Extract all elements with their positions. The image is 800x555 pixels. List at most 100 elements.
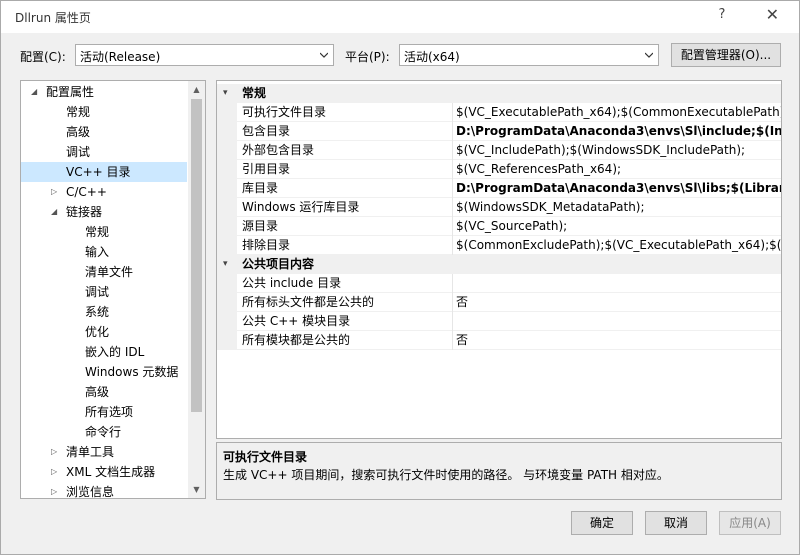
tree-item[interactable]: 优化 [21, 322, 187, 342]
config-dropdown[interactable]: 活动(Release) [75, 44, 334, 66]
property-value[interactable]: $(VC_IncludePath);$(WindowsSDK_IncludePa… [456, 141, 781, 160]
tree-item[interactable]: ◢ 配置属性 [21, 82, 187, 102]
column-divider[interactable] [452, 141, 453, 160]
tree-item[interactable]: ◢ 链接器 [21, 202, 187, 222]
tree-item[interactable]: 高级 [21, 122, 187, 142]
property-value[interactable]: D:\ProgramData\Anaconda3\envs\Sl\libs;$(… [456, 179, 781, 198]
tree-item-label: 高级 [66, 125, 91, 139]
category-expanded-icon[interactable]: ▾ [223, 255, 228, 274]
grid-property-row[interactable]: 公共 include 目录 [217, 274, 781, 293]
scroll-down-icon[interactable]: ▼ [188, 481, 205, 498]
column-divider[interactable] [452, 236, 453, 255]
scrollbar-thumb[interactable] [191, 99, 202, 412]
tree-item[interactable]: 命令行 [21, 422, 187, 442]
property-name: 排除目录 [242, 238, 291, 252]
tree-item[interactable]: 常规 [21, 222, 187, 242]
tree-item[interactable]: VC++ 目录 [21, 162, 187, 182]
column-divider[interactable] [452, 217, 453, 236]
grid-property-row[interactable]: 可执行文件目录 $(VC_ExecutablePath_x64);$(Common… [217, 103, 781, 122]
row-gutter [217, 103, 237, 122]
tree-item[interactable]: 调试 [21, 142, 187, 162]
column-divider[interactable] [452, 331, 453, 350]
window-title: Dllrun 属性页 [15, 11, 91, 25]
column-divider[interactable] [452, 103, 453, 122]
grid-property-row[interactable]: 外部包含目录 $(VC_IncludePath);$(WindowsSDK_Inc… [217, 141, 781, 160]
column-divider[interactable] [452, 179, 453, 198]
column-divider[interactable] [452, 312, 453, 331]
property-name: 库目录 [242, 181, 279, 195]
description-text: 生成 VC++ 项目期间，搜索可执行文件时使用的路径。 与环境变量 PATH 相… [223, 468, 669, 482]
property-name: 所有模块都是公共的 [242, 333, 351, 347]
tree-item-label: 命令行 [85, 425, 122, 439]
expanded-icon[interactable]: ◢ [31, 82, 41, 102]
column-divider[interactable] [452, 122, 453, 141]
property-value[interactable]: 否 [456, 331, 781, 350]
config-manager-button[interactable]: 配置管理器(O)... [671, 43, 781, 67]
apply-button[interactable]: 应用(A) [719, 511, 781, 535]
tree-item[interactable]: 输入 [21, 242, 187, 262]
grid-property-row[interactable]: 包含目录 D:\ProgramData\Anaconda3\envs\Sl\inc… [217, 122, 781, 141]
property-value[interactable]: $(WindowsSDK_MetadataPath); [456, 198, 781, 217]
tree-item[interactable]: ▷ XML 文档生成器 [21, 462, 187, 482]
collapsed-icon[interactable]: ▷ [51, 442, 61, 462]
grid-property-row[interactable]: 引用目录 $(VC_ReferencesPath_x64); [217, 160, 781, 179]
grid-property-row[interactable]: 所有模块都是公共的 否 [217, 331, 781, 350]
tree-item[interactable]: 嵌入的 IDL [21, 342, 187, 362]
tree-scrollbar[interactable]: ▲ ▼ [188, 81, 205, 498]
tree-item-label: 链接器 [66, 205, 103, 219]
ok-button[interactable]: 确定 [571, 511, 633, 535]
property-name: 外部包含目录 [242, 143, 315, 157]
scroll-up-icon[interactable]: ▲ [188, 81, 205, 98]
tree-item[interactable]: 调试 [21, 282, 187, 302]
tree-item-label: Windows 元数据 [85, 365, 179, 379]
platform-dropdown[interactable]: 活动(x64) [399, 44, 659, 66]
tree-item[interactable]: 高级 [21, 382, 187, 402]
tree-item-label: C/C++ [66, 185, 107, 199]
tree-item[interactable]: ▷ 清单工具 [21, 442, 187, 462]
tree-item[interactable]: ▷ C/C++ [21, 182, 187, 202]
property-value[interactable]: $(CommonExcludePath);$(VC_ExecutablePath… [456, 236, 781, 255]
grid-property-row[interactable]: 所有标头文件都是公共的 否 [217, 293, 781, 312]
grid-category[interactable]: ▾ 常规 [217, 84, 781, 103]
help-icon[interactable]: ? [715, 7, 729, 22]
row-gutter [217, 236, 237, 255]
tree-item-label: 高级 [85, 385, 110, 399]
tree-item-label: 嵌入的 IDL [85, 345, 145, 359]
collapsed-icon[interactable]: ▷ [51, 482, 61, 498]
collapsed-icon[interactable]: ▷ [51, 462, 61, 482]
grid-property-row[interactable]: 源目录 $(VC_SourcePath); [217, 217, 781, 236]
tree-item[interactable]: 系统 [21, 302, 187, 322]
grid-property-row[interactable]: 库目录 D:\ProgramData\Anaconda3\envs\Sl\libs… [217, 179, 781, 198]
column-divider[interactable] [452, 293, 453, 312]
column-divider[interactable] [452, 160, 453, 179]
grid-category[interactable]: ▾ 公共项目内容 [217, 255, 781, 274]
column-divider[interactable] [452, 198, 453, 217]
tree-item[interactable]: 常规 [21, 102, 187, 122]
chevron-down-icon [320, 52, 328, 58]
property-value[interactable]: $(VC_ReferencesPath_x64); [456, 160, 781, 179]
tree-item[interactable]: Windows 元数据 [21, 362, 187, 382]
tree-item[interactable]: 清单文件 [21, 262, 187, 282]
grid-property-row[interactable]: Windows 运行库目录 $(WindowsSDK_MetadataPath); [217, 198, 781, 217]
cancel-button[interactable]: 取消 [645, 511, 707, 535]
tree-item-label: 调试 [85, 285, 110, 299]
property-value[interactable]: D:\ProgramData\Anaconda3\envs\Sl\include… [456, 122, 781, 141]
expanded-icon[interactable]: ◢ [51, 202, 61, 222]
row-gutter [217, 331, 237, 350]
row-gutter [217, 217, 237, 236]
property-value[interactable]: 否 [456, 293, 781, 312]
tree-item[interactable]: ▷ 浏览信息 [21, 482, 187, 498]
property-value[interactable]: $(VC_SourcePath); [456, 217, 781, 236]
row-gutter [217, 179, 237, 198]
collapsed-icon[interactable]: ▷ [51, 182, 61, 202]
grid-property-row[interactable]: 公共 C++ 模块目录 [217, 312, 781, 331]
close-icon[interactable]: ✕ [766, 5, 779, 24]
property-value[interactable]: $(VC_ExecutablePath_x64);$(CommonExecuta… [456, 103, 781, 122]
tree-item[interactable]: 所有选项 [21, 402, 187, 422]
grid-property-row[interactable]: 排除目录 $(CommonExcludePath);$(VC_Executable… [217, 236, 781, 255]
column-divider[interactable] [452, 274, 453, 293]
category-expanded-icon[interactable]: ▾ [223, 84, 228, 103]
description-panel: 可执行文件目录 生成 VC++ 项目期间，搜索可执行文件时使用的路径。 与环境变… [216, 442, 782, 500]
row-gutter [217, 141, 237, 160]
row-gutter [217, 198, 237, 217]
